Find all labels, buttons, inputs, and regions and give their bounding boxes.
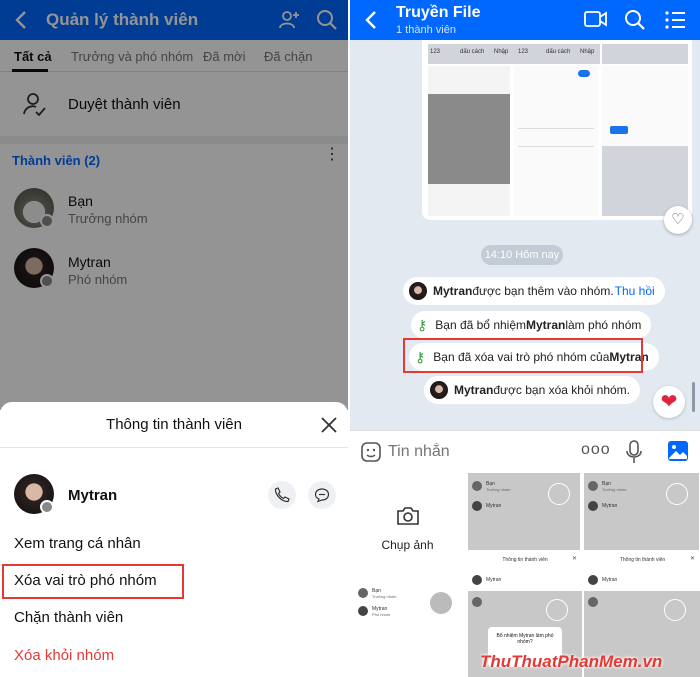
gallery-thumb[interactable]: Bạn Trưởng nhóm Mytran	[467, 472, 581, 552]
thumb-text: Mytran	[486, 577, 502, 583]
thumb-text: Trưởng nhóm	[372, 594, 397, 599]
avatar	[409, 282, 427, 300]
thumb-text: Mytran	[486, 503, 502, 509]
gallery-thumb[interactable]: Bạn Trưởng nhóm Mytran Phó nhóm	[350, 564, 465, 634]
menu-list-icon[interactable]	[664, 10, 686, 30]
chat-subtitle: 1 thành viên	[396, 24, 456, 36]
key-space: dấu cách	[546, 49, 571, 55]
thumb-text: Bổ nhiệm Mytran làm phó nhóm?	[496, 633, 554, 645]
event-member-name: Mytran	[433, 284, 473, 298]
keyboard-strip: 123 dấu cách Nhập	[514, 44, 600, 64]
camera-label: Chụp ảnh	[381, 538, 434, 552]
key-enter: Nhập	[580, 49, 595, 55]
key-123: 123	[518, 49, 529, 55]
gallery-thumb[interactable]: Bạn Trưởng nhóm Mytran	[583, 472, 700, 552]
highlight-box	[2, 564, 184, 599]
keyboard-strip: 123 dấu cách Nhập	[428, 44, 514, 64]
microphone-icon[interactable]	[626, 440, 642, 464]
thumb-text: Thông tin thành viên	[502, 557, 548, 563]
thumb-text: Trưởng nhóm	[486, 487, 511, 492]
screenshot-thumb	[428, 66, 510, 216]
video-call-icon[interactable]	[584, 10, 608, 28]
close-icon[interactable]	[319, 415, 339, 435]
key-enter: Nhập	[494, 49, 509, 55]
event-member-name: Mytran	[454, 383, 494, 397]
message-input-bar: ooo	[350, 430, 700, 472]
sticker-icon[interactable]	[360, 441, 382, 463]
back-arrow-icon[interactable]	[364, 10, 378, 30]
event-added: Mytran được bạn thêm vào nhóm. Thu hồi	[403, 277, 665, 305]
member-info-sheet: Thông tin thành viên Mytran Xem trang cá…	[0, 402, 348, 677]
select-circle	[664, 599, 686, 621]
search-icon[interactable]	[624, 9, 646, 31]
thumb-text: Trưởng nhóm	[602, 487, 627, 492]
avatar	[430, 381, 448, 399]
keyboard-strip	[602, 44, 688, 64]
event-removed: Mytran được bạn xóa khỏi nhóm.	[424, 376, 640, 404]
thumb-text: Mytran	[602, 577, 618, 583]
image-gallery-icon[interactable]	[667, 440, 689, 462]
event-text: được bạn xóa khỏi nhóm.	[493, 383, 630, 397]
undo-link[interactable]: Thu hồi	[615, 284, 655, 298]
right-screen: Truyền File 1 thành viên 123 dấu cách Nh…	[350, 0, 700, 677]
select-circle	[430, 592, 452, 614]
key-123: 123	[430, 49, 441, 55]
close-icon: ✕	[690, 556, 696, 562]
photo-picker: Chụp ảnh Bạn Trưởng nhóm Mytran Bạn Trưở…	[350, 472, 700, 677]
image-message[interactable]: 123 dấu cách Nhập 123 dấu cách Nhập ♡	[422, 40, 692, 234]
more-options-icon[interactable]: ooo	[581, 441, 611, 459]
close-icon: ✕	[572, 556, 578, 562]
chat-icon[interactable]	[308, 481, 336, 509]
message-input[interactable]	[388, 439, 558, 465]
member-name: Mytran	[68, 487, 118, 504]
event-text: được bạn thêm vào nhóm.	[472, 284, 614, 298]
camera-tile[interactable]: Chụp ảnh	[350, 472, 465, 562]
select-circle	[546, 599, 568, 621]
camera-icon	[396, 506, 420, 526]
heart-reaction-icon[interactable]: ❤	[653, 386, 685, 418]
modal-overlay[interactable]	[0, 0, 348, 410]
thumb-text: Phó nhóm	[372, 612, 391, 617]
scrollbar[interactable]	[692, 382, 695, 412]
watermark: ThuThuatPhanMem.vn	[480, 652, 663, 671]
event-text: Bạn đã bổ nhiệm	[435, 318, 526, 332]
chat-header: Truyền File 1 thành viên	[350, 0, 700, 40]
highlight-box	[403, 338, 643, 373]
chat-title: Truyền File	[396, 4, 481, 21]
event-appointed: ⚷ Bạn đã bổ nhiệm Mytran làm phó nhóm	[411, 311, 652, 339]
select-circle	[548, 483, 570, 505]
event-member-name: Mytran	[526, 318, 566, 332]
event-text: làm phó nhóm	[565, 318, 642, 332]
select-circle	[666, 483, 688, 505]
key-space: dấu cách	[460, 49, 485, 55]
left-screen: Quản lý thành viên Tất cả Trưởng và phó …	[0, 0, 348, 677]
key-badge-icon	[40, 500, 54, 514]
screenshot-thumb	[602, 66, 688, 216]
view-profile-item[interactable]: Xem trang cá nhân	[14, 535, 141, 552]
sheet-divider	[0, 447, 348, 448]
screenshot-thumb	[514, 66, 598, 216]
thumb-text: Mytran	[602, 503, 618, 509]
react-heart-icon[interactable]: ♡	[664, 206, 692, 234]
remove-from-group-item[interactable]: Xóa khỏi nhóm	[14, 647, 114, 664]
call-icon[interactable]	[268, 481, 296, 509]
sheet-title: Thông tin thành viên	[106, 416, 242, 433]
block-member-item[interactable]: Chặn thành viên	[14, 609, 123, 626]
thumb-text: Thông tin thành viên	[619, 557, 666, 563]
time-divider: 14:10 Hôm nay	[481, 245, 563, 265]
key-icon: ⚷	[417, 316, 428, 333]
